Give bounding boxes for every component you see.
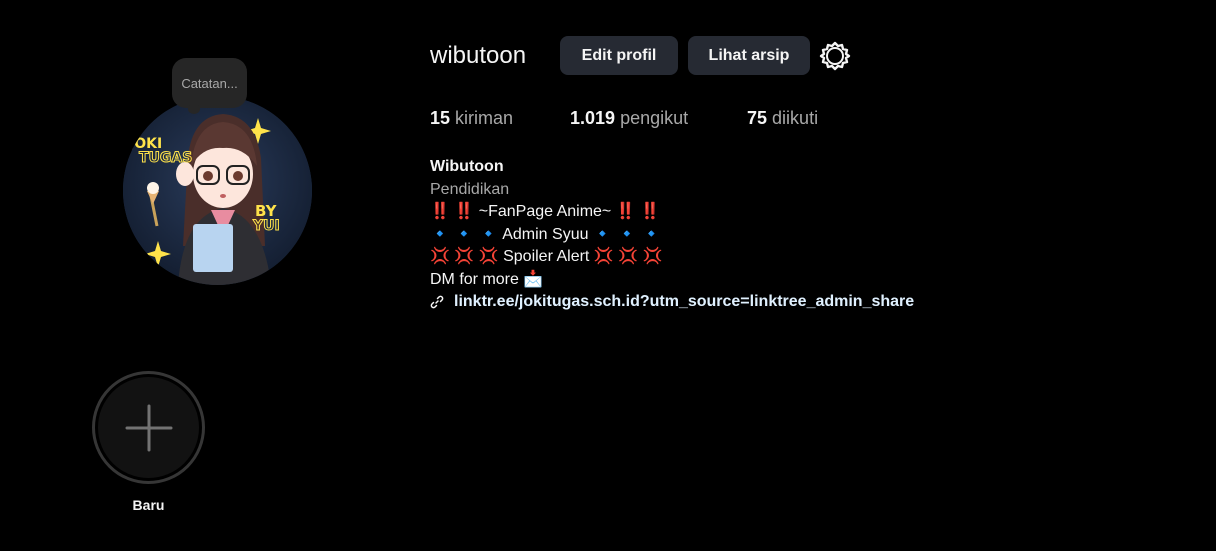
bio-line-2: 🔹 🔹 🔹 Admin Syuu 🔹 🔹 🔹 — [430, 225, 662, 243]
new-highlight-label: Baru — [132, 497, 165, 513]
bio-line-4: DM for more 📩 — [430, 270, 544, 288]
posts-count: 15 — [430, 108, 451, 128]
posts-label: kiriman — [455, 108, 514, 128]
new-highlight-inner — [98, 377, 199, 478]
link-icon — [430, 295, 444, 309]
bio-display-name: Wibutoon — [430, 158, 504, 175]
bio-line-1: ‼️ ‼️ ~FanPage Anime~ ‼️ ‼️ — [430, 203, 661, 220]
followers-label: pengikut — [620, 108, 689, 128]
view-archive-button[interactable]: Lihat arsip — [688, 36, 810, 75]
gear-icon[interactable] — [819, 40, 851, 72]
username: wibutoon — [430, 42, 527, 69]
stat-followers[interactable]: 1.019 pengikut — [570, 108, 688, 129]
plus-icon — [125, 404, 172, 451]
followers-count: 1.019 — [570, 108, 616, 128]
profile-avatar[interactable]: JOKI TUGAS BY YUI — [123, 96, 312, 285]
avatar-text-yui: YUI — [252, 218, 280, 234]
bio-external-link[interactable]: linktr.ee/jokitugas.sch.id?utm_source=li… — [454, 291, 914, 314]
following-count: 75 — [747, 108, 768, 128]
bio-line-3: 💢 💢 💢 Spoiler Alert 💢 💢 💢 — [430, 248, 663, 265]
profile-bio: Wibutoon Pendidikan ‼️ ‼️ ~FanPage Anime… — [430, 156, 914, 314]
avatar-text-tugas: TUGAS — [139, 150, 192, 166]
note-placeholder: Catatan... — [181, 75, 238, 91]
bio-link-row: linktr.ee/jokitugas.sch.id?utm_source=li… — [430, 291, 914, 314]
profile-page: JOKI TUGAS BY YUI Catatan... wibutoon Ed… — [0, 0, 1216, 551]
note-bubble-tail — [188, 104, 200, 114]
note-bubble[interactable]: Catatan... — [172, 58, 247, 108]
following-label: diikuti — [772, 108, 819, 128]
edit-profile-button[interactable]: Edit profil — [560, 36, 678, 75]
new-highlight-button[interactable] — [92, 371, 205, 484]
stat-posts: 15 kiriman — [430, 108, 513, 129]
avatar-illustration: JOKI TUGAS BY YUI — [123, 96, 312, 285]
bio-category: Pendidikan — [430, 180, 510, 198]
stat-following[interactable]: 75 diikuti — [747, 108, 818, 129]
